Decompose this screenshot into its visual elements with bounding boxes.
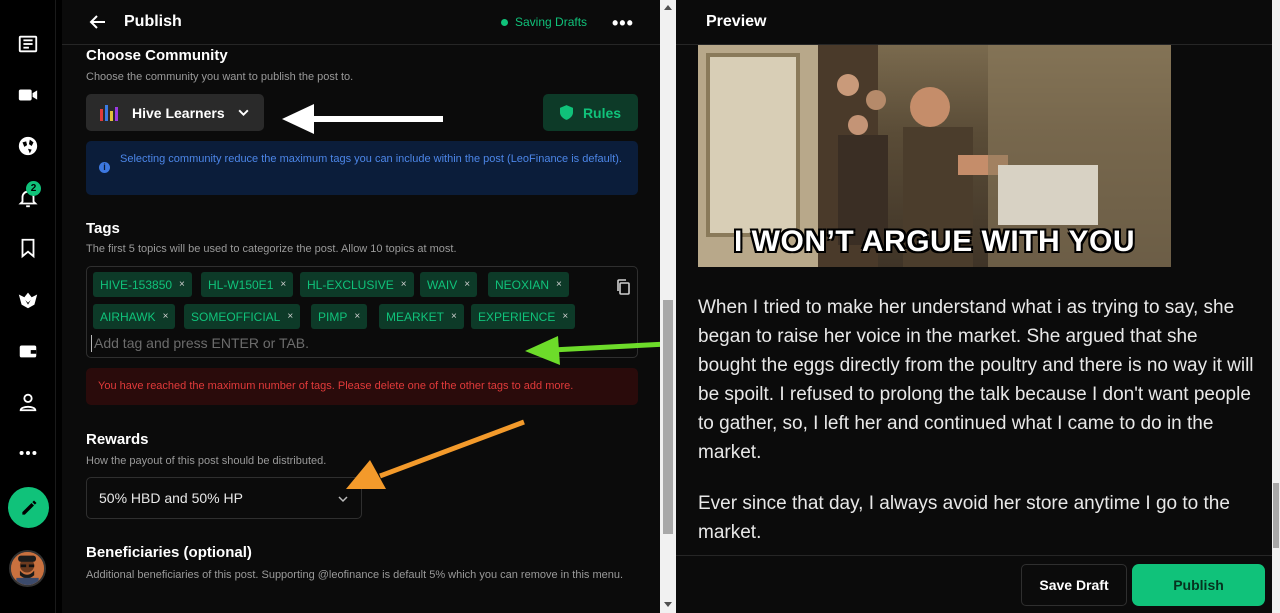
community-select[interactable]: Hive Learners: [86, 94, 264, 131]
preview-footer: Save Draft Publish: [676, 555, 1272, 613]
tag-chip: WAIV ×: [420, 272, 478, 297]
status-dot-icon: [501, 18, 508, 26]
scroll-up-icon[interactable]: [664, 5, 672, 10]
rewards-selected-label: 50% HBD and 50% HP: [99, 490, 243, 506]
beneficiaries-subtitle: Additional beneficiaries of this post. S…: [86, 569, 624, 581]
community-logo-icon: [100, 104, 120, 121]
preview-paragraph: Ever since that day, I always avoid her …: [698, 493, 1230, 543]
community-selected-label: Hive Learners: [132, 104, 225, 121]
meme-image: I WON’T ARGUE WITH YOU: [698, 45, 1171, 267]
copy-icon[interactable]: [616, 279, 630, 295]
wallet-icon[interactable]: [14, 337, 42, 365]
tag-chip: HL-EXCLUSIVE ×: [300, 272, 414, 297]
chevron-down-icon: [238, 109, 249, 117]
editor-header: Publish Saving Drafts •••: [62, 0, 660, 45]
scroll-down-icon[interactable]: [664, 602, 672, 607]
notification-badge: 2: [26, 181, 41, 196]
more-icon[interactable]: [14, 439, 42, 467]
user-icon[interactable]: [14, 388, 42, 416]
back-arrow-icon[interactable]: [88, 12, 108, 32]
scrollbar-thumb[interactable]: [663, 300, 673, 534]
tag-label: MEARKET: [386, 309, 445, 324]
rules-button[interactable]: Rules: [543, 94, 638, 131]
remove-tag-icon[interactable]: ×: [556, 279, 562, 290]
preview-title: Preview: [706, 13, 767, 30]
remove-tag-icon[interactable]: ×: [354, 311, 360, 322]
preview-header: Preview: [676, 0, 1272, 45]
tag-chip: SOMEOFFICIAL ×: [184, 304, 301, 329]
tag-label: NEOXIAN: [495, 277, 550, 292]
tags-input-box[interactable]: HIVE-153850 × HL-W150E1 × HL-EXCLUSIVE × WA…: [86, 266, 638, 358]
tag-label: HIVE-153850: [100, 277, 173, 292]
meme-caption: I WON’T ARGUE WITH YOU: [734, 225, 1135, 258]
globe-icon[interactable]: [14, 132, 42, 160]
leo-icon[interactable]: [14, 286, 42, 314]
preview-panel: Preview I WON’T ARGUE WITH YOU When I tr…: [676, 0, 1272, 613]
editor-scrollbar[interactable]: [660, 0, 676, 613]
scrollbar-thumb[interactable]: [1273, 483, 1279, 548]
avatar[interactable]: [9, 550, 46, 587]
tag-label: HL-W150E1: [208, 277, 274, 292]
rewards-title: Rewards: [86, 431, 149, 448]
page-title: Publish: [124, 13, 182, 30]
remove-tag-icon[interactable]: ×: [562, 311, 568, 322]
remove-tag-icon[interactable]: ×: [451, 311, 457, 322]
remove-tag-icon[interactable]: ×: [401, 279, 407, 290]
bookmark-icon[interactable]: [14, 234, 42, 262]
shield-icon: [559, 105, 573, 120]
saving-status-label: Saving Drafts: [515, 15, 588, 29]
rewards-select[interactable]: 50% HBD and 50% HP: [86, 477, 362, 519]
tags-error: You have reached the maximum number of t…: [86, 368, 638, 405]
preview-paragraph: When I tried to make her understand what…: [698, 297, 1254, 463]
rules-label: Rules: [582, 104, 622, 121]
remove-tag-icon[interactable]: ×: [163, 311, 169, 322]
tag-chip: PIMP ×: [311, 304, 368, 329]
video-icon[interactable]: [14, 81, 42, 109]
community-subtitle: Choose the community you want to publish…: [86, 71, 354, 83]
tag-label: SOMEOFFICIAL: [191, 309, 281, 324]
tag-chip: NEOXIAN ×: [488, 272, 569, 297]
community-info-box: i Selecting community reduce the maximum…: [86, 141, 638, 195]
newspaper-icon[interactable]: [14, 30, 42, 58]
tag-label: WAIV: [427, 277, 458, 292]
tags-title: Tags: [86, 220, 120, 237]
tag-chip: AIRHAWK ×: [93, 304, 176, 329]
editor-panel: Publish Saving Drafts ••• Choose Communi…: [62, 0, 660, 613]
remove-tag-icon[interactable]: ×: [179, 279, 185, 290]
compose-button[interactable]: [8, 487, 49, 528]
remove-tag-icon[interactable]: ×: [280, 279, 286, 290]
tag-chip: HL-W150E1 ×: [201, 272, 294, 297]
community-title: Choose Community: [86, 47, 228, 64]
tags-subtitle: The first 5 topics will be used to categ…: [86, 243, 457, 255]
remove-tag-icon[interactable]: ×: [287, 311, 293, 322]
tag-chip: MEARKET ×: [379, 304, 464, 329]
publish-button[interactable]: Publish: [1132, 564, 1265, 606]
left-rail: 2: [0, 0, 56, 613]
tag-label: PIMP: [318, 309, 348, 324]
save-draft-button[interactable]: Save Draft: [1021, 564, 1127, 606]
beneficiaries-title: Beneficiaries (optional): [86, 544, 252, 561]
chevron-down-icon: [338, 496, 348, 503]
remove-tag-icon[interactable]: ×: [464, 279, 470, 290]
tag-label: HL-EXCLUSIVE: [307, 277, 394, 292]
rewards-subtitle: How the payout of this post should be di…: [86, 455, 327, 467]
tag-chip: HIVE-153850 ×: [93, 272, 192, 297]
community-info-text: Selecting community reduce the maximum t…: [120, 153, 622, 165]
tag-chip: EXPERIENCE ×: [471, 304, 576, 329]
preview-scrollbar[interactable]: [1272, 0, 1280, 613]
info-icon: i: [99, 162, 110, 173]
tag-input[interactable]: Add tag and press ENTER or TAB.: [91, 335, 309, 352]
tag-label: AIRHAWK: [100, 309, 156, 324]
saving-status: Saving Drafts: [501, 15, 587, 29]
pencil-icon: [21, 500, 36, 515]
more-options-icon[interactable]: •••: [612, 13, 634, 34]
tag-label: EXPERIENCE: [478, 309, 556, 324]
